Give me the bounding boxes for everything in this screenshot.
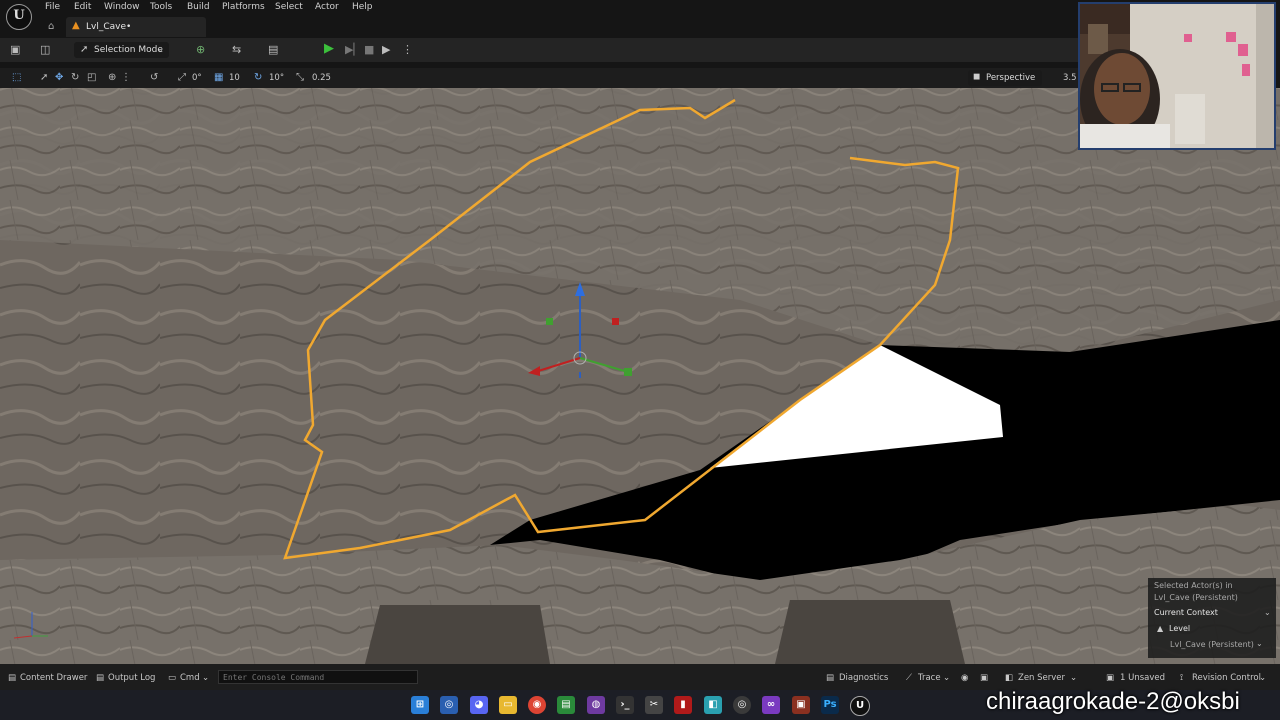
current-context-title: Current Context	[1154, 608, 1218, 617]
cinematics-icon[interactable]: ▤	[268, 43, 278, 56]
play-button[interactable]: ▶	[324, 41, 334, 56]
terminal-icon[interactable]: ›_	[616, 696, 634, 714]
chevron-down-icon[interactable]: ⌄	[1070, 673, 1077, 683]
level-tab-label: Lvl_Cave•	[86, 22, 132, 32]
photoshop-icon[interactable]: Ps	[821, 696, 839, 714]
menu-window[interactable]: Window	[104, 2, 140, 12]
selection-mode-label: Selection Mode	[94, 45, 163, 55]
perspective-label: Perspective	[986, 73, 1036, 83]
menu-file[interactable]: File	[45, 2, 60, 12]
blueprint-icon[interactable]: ⇆	[232, 43, 241, 56]
more-options-icon[interactable]: ⋮	[402, 43, 413, 56]
chevron-down-icon[interactable]: ⌄	[1256, 639, 1263, 648]
world-space-icon[interactable]: ⊕	[108, 72, 116, 83]
cave-scene	[0, 88, 1280, 664]
rotate-tool-icon[interactable]: ↻	[71, 72, 79, 83]
transform-menu-icon[interactable]: ⬚	[12, 72, 21, 83]
move-tool-icon[interactable]: ✥	[55, 72, 63, 83]
cmd-dropdown[interactable]: Cmd	[180, 673, 200, 683]
visual-studio-icon[interactable]: ∞	[762, 696, 780, 714]
stop-icon[interactable]: ■	[364, 43, 374, 56]
file-explorer-icon[interactable]: ▭	[499, 696, 517, 714]
scale-snap-value[interactable]: 0.25	[312, 73, 331, 83]
fov-value[interactable]: 3.5	[1063, 73, 1077, 83]
scale-tool-icon[interactable]: ◰	[87, 72, 96, 83]
menu-actor[interactable]: Actor	[315, 2, 339, 12]
unsaved-button[interactable]: 1 Unsaved	[1120, 673, 1165, 683]
github-icon[interactable]: ◍	[587, 696, 605, 714]
rotate-snap-icon[interactable]: ⤢	[178, 72, 186, 83]
console-input[interactable]	[218, 670, 418, 684]
output-log-icon: ▤	[96, 673, 105, 683]
record-icon[interactable]: ◉	[961, 673, 968, 683]
level-viewport[interactable]	[0, 88, 1280, 664]
output-log-button[interactable]: Output Log	[108, 673, 155, 683]
hd-app-icon[interactable]: ▣	[792, 696, 810, 714]
webcam-image	[1080, 4, 1274, 148]
cmd-icon: ▭	[168, 673, 177, 683]
context-level-label: Level	[1169, 624, 1191, 633]
viewport-toolbar	[0, 68, 1080, 88]
unsaved-icon: ▣	[1106, 673, 1115, 683]
menu-platforms[interactable]: Platforms	[222, 2, 265, 12]
revision-control-icon: ⟟	[1180, 673, 1184, 683]
zen-server-button[interactable]: Zen Server	[1018, 673, 1065, 683]
level-icon: ▲	[1157, 624, 1164, 633]
sheets-icon[interactable]: ▤	[557, 696, 575, 714]
discord-icon[interactable]: ◕	[470, 696, 488, 714]
chevron-down-icon[interactable]: ⌄	[943, 673, 950, 683]
diagnostics-icon: ▤	[826, 673, 835, 683]
chevron-down-icon[interactable]: ⌄	[1259, 673, 1266, 683]
content-browser-icon[interactable]: ◫	[40, 43, 50, 56]
grid-snap-icon[interactable]: ▦	[214, 72, 223, 83]
scale-snap-icon[interactable]: ⤡	[296, 72, 304, 83]
step-icon[interactable]: ▶▏	[345, 43, 362, 56]
rotation-snap-icon[interactable]: ↻	[254, 72, 262, 83]
chevron-down-icon[interactable]: ⌄	[202, 673, 209, 683]
content-drawer-button[interactable]: Content Drawer	[20, 673, 87, 683]
home-icon[interactable]: ⌂	[48, 21, 54, 32]
chrome-icon[interactable]: ◉	[528, 696, 546, 714]
level-icon: ▲	[72, 20, 80, 31]
screenshot-icon[interactable]: ▣	[980, 673, 988, 683]
unreal-logo-icon[interactable]: U	[6, 4, 32, 30]
add-actor-icon[interactable]: ⊕	[196, 43, 205, 56]
snipping-tool-icon[interactable]: ✂	[645, 696, 663, 714]
unreal-taskbar-icon[interactable]: U	[850, 696, 870, 716]
camera-icon: ◼	[973, 72, 981, 82]
cursor-icon: ➚	[80, 44, 89, 55]
menu-select[interactable]: Select	[275, 2, 303, 12]
grid-snap-value[interactable]: 10	[229, 73, 240, 83]
surface-snap-icon[interactable]: ↺	[150, 72, 158, 83]
menu-build[interactable]: Build	[187, 2, 210, 12]
trace-icon: ⟋	[906, 673, 912, 683]
zen-server-icon: ◧	[1005, 673, 1014, 683]
diagnostics-button[interactable]: Diagnostics	[839, 673, 888, 683]
watermark-text: chiraagrokade-2@oksbi	[986, 688, 1240, 715]
search-icon[interactable]: ◎	[440, 696, 458, 714]
obs-icon[interactable]: ◎	[733, 696, 751, 714]
menu-tools[interactable]: Tools	[150, 2, 172, 12]
trace-button[interactable]: Trace	[918, 673, 941, 683]
store-icon[interactable]: ◧	[704, 696, 722, 714]
select-tool-icon[interactable]: ➚	[40, 72, 48, 83]
rotation-snap-value[interactable]: 10°	[269, 73, 284, 83]
chevron-down-icon: ⌄	[157, 45, 164, 54]
webcam-overlay	[1078, 2, 1276, 150]
content-drawer-icon: ▤	[8, 673, 17, 683]
selected-actors-line2: Lvl_Cave (Persistent)	[1154, 593, 1238, 602]
menu-edit[interactable]: Edit	[74, 2, 91, 12]
red-app-icon[interactable]: ▮	[674, 696, 692, 714]
menu-help[interactable]: Help	[352, 2, 373, 12]
save-icon[interactable]: ▣	[10, 43, 20, 56]
selected-actors-line1: Selected Actor(s) in	[1154, 581, 1233, 590]
revision-control-button[interactable]: Revision Control	[1192, 673, 1261, 683]
chevron-down-icon[interactable]: ⌄	[1264, 608, 1271, 617]
context-level-value[interactable]: Lvl_Cave (Persistent)	[1170, 640, 1254, 649]
play-options-icon[interactable]: ▶	[382, 43, 390, 56]
rotate-snap-value[interactable]: 0°	[192, 73, 202, 83]
more-icon[interactable]: ⋮	[121, 72, 131, 83]
start-icon[interactable]: ⊞	[411, 696, 429, 714]
